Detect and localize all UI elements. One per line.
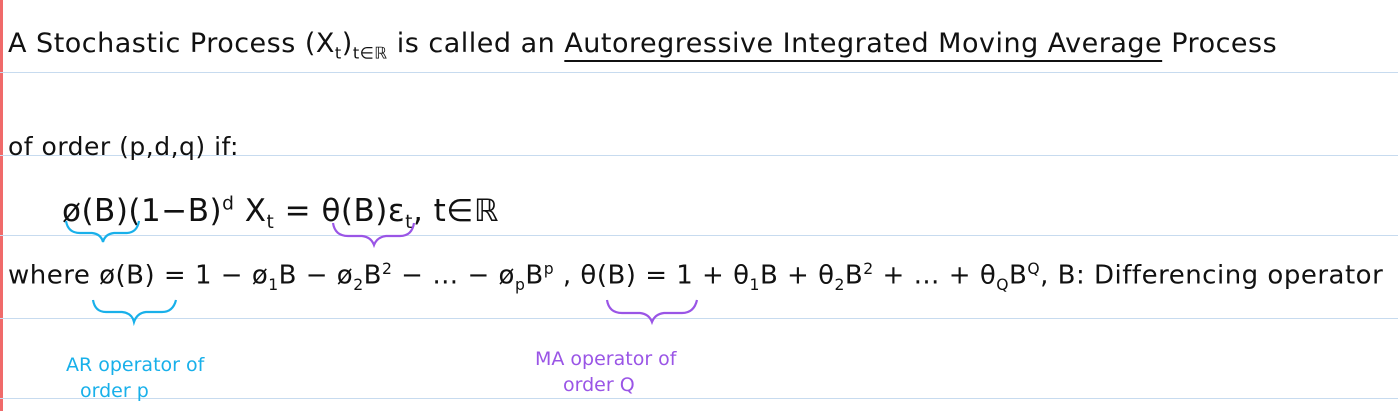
ma-operator-note: MA operator of order Q	[535, 346, 677, 398]
ar-brace-equation	[64, 220, 141, 243]
note-line: order Q	[563, 374, 635, 396]
note-line: order p	[80, 380, 149, 402]
ma-brace-equation	[331, 222, 416, 249]
note-line: AR operator of	[66, 354, 205, 376]
ma-brace-where	[605, 299, 699, 326]
note-line: MA operator of	[535, 348, 677, 370]
annotation-braces	[64, 220, 699, 327]
ar-operator-note: AR operator of order p	[66, 352, 204, 404]
ar-brace-where	[91, 299, 178, 327]
